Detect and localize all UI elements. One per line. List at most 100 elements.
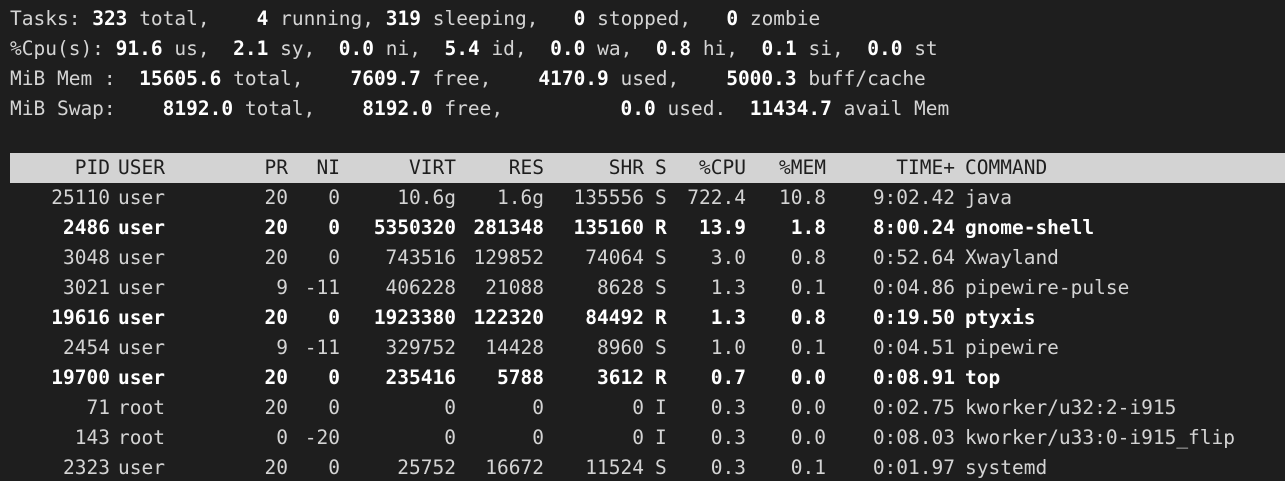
cell-time: 0:01.97 [872,456,955,479]
cell-cpu: 0.3 [710,426,746,449]
cell-time: 0:04.51 [872,336,955,359]
cell-pr: 20 [264,366,288,389]
cell-ni: -11 [304,276,340,299]
cell-shr: 135556 [573,186,644,209]
cell-pid: 19616 [51,306,110,329]
column-header-user[interactable]: USER [118,153,198,183]
cell-res: 122320 [473,306,544,329]
column-header-time[interactable]: TIME+ [830,153,955,183]
cell-mem: 0.1 [790,276,826,299]
cell-time: 0:04.86 [872,276,955,299]
table-row[interactable]: 2323 user 20 0 25752 16672 11524 S 0.3 0.1 0:01.97… [10,453,1285,481]
cpu-summary-line: %Cpu(s): 91.6 us, 2.1 sy, 0.0 ni, 5.4 id… [10,37,938,60]
cell-cmd: pipewire [965,336,1059,359]
cell-shr: 8960 [597,336,644,359]
table-row[interactable]: 2454 user 9 -11 329752 14428 8960 S 1.0 0.1 0:04.5… [10,333,1285,363]
table-row[interactable]: 19616 user 20 0 1923380 122320 84492 R 1.3 0.8 0:1… [10,303,1285,333]
column-header--mem[interactable]: %MEM [750,153,826,183]
table-row[interactable]: 3048 user 20 0 743516 129852 74064 S 3.0 0.8 0:52.… [10,243,1285,273]
cell-pr: 9 [276,276,288,299]
table-row[interactable]: 3021 user 9 -11 406228 21088 8628 S 1.3 0.1 0:04.8… [10,273,1285,303]
cell-ni: 0 [328,366,340,389]
cell-time: 8:00.24 [872,216,955,239]
cell-shr: 0 [632,426,644,449]
column-header-pr[interactable]: PR [210,153,288,183]
cell-virt: 25752 [397,456,456,479]
cell-ni: -11 [304,336,340,359]
tasks-sleeping-value: 319 [385,7,422,30]
cell-mem: 0.0 [790,396,826,419]
tasks-stopped-label: stopped, [597,7,692,30]
tasks-total-value: 323 [92,7,128,30]
cell-res: 16672 [485,456,544,479]
table-row[interactable]: 143 root 0 -20 0 0 0 I 0.3 0.0 0:08.03 kworker/u33:… [10,423,1285,453]
cell-time: 0:08.91 [872,366,955,389]
cell-virt: 235416 [385,366,456,389]
cell-virt: 10.6g [397,186,456,209]
mem-summary-line: MiB Mem : 15605.6 total, 7609.7 free, 41… [10,67,926,90]
cell-user: user [118,306,165,329]
cell-virt: 5350320 [373,216,456,239]
cell-mem: 10.8 [779,186,826,209]
cell-cmd: kworker/u33:0-i915_flip [965,426,1236,449]
cell-virt: 406228 [385,276,456,299]
cell-ni: 0 [328,246,340,269]
table-row[interactable]: 19700 user 20 0 235416 5788 3612 R 0.7 0.0 0:08.91… [10,363,1285,393]
tasks-summary-line: Tasks: 323 total, 4 running, 319 sleepin… [10,4,820,34]
terminal-window[interactable]: Tasks: 323 total, 4 running, 319 sleepin… [0,0,1285,481]
cell-ni: 0 [328,186,340,209]
cell-user: user [118,276,165,299]
column-header-ni[interactable]: NI [292,153,340,183]
table-row[interactable]: 25110 user 20 0 10.6g 1.6g 135556 S 722.4 10.8 9:0… [10,183,1285,213]
mem-label: MiB Mem : [10,67,116,90]
cell-pid: 2323 [63,456,110,479]
cell-cpu: 722.4 [687,186,746,209]
cell-pr: 0 [276,426,288,449]
table-row[interactable]: 71 root 20 0 0 0 0 I 0.3 0.0 0:02.75 kworker/u32:2-… [10,393,1285,423]
cell-cpu: 0.3 [710,456,746,479]
cell-cmd: kworker/u32:2-i915 [965,396,1177,419]
cpu-wa-value: 0.0 [550,37,586,60]
cell-cpu: 0.3 [710,396,746,419]
cell-shr: 0 [632,396,644,419]
cell-pr: 20 [264,456,288,479]
swap-free-value: 8192.0 [362,97,433,120]
column-header-res[interactable]: RES [456,153,544,183]
column-header--cpu[interactable]: %CPU [670,153,746,183]
cell-cmd: Xwayland [965,246,1059,269]
process-table-header[interactable]: PID USER PR NI VIRT RES SHR S %CPU %MEM TIME+ COMMA… [10,153,1285,183]
mem-used-value: 4170.9 [538,67,609,90]
cell-cmd: systemd [965,456,1048,479]
cell-user: user [118,456,165,479]
column-header-pid[interactable]: PID [10,153,110,183]
swap-summary-line: MiB Swap: 8192.0 total, 8192.0 free, 0.0… [10,97,950,120]
cell-cpu: 0.7 [710,366,746,389]
cell-user: user [118,366,165,389]
cell-cpu: 1.3 [710,276,746,299]
cell-virt: 743516 [385,246,456,269]
cpu-label: %Cpu(s): [10,37,104,60]
cell-pid: 2486 [63,216,110,239]
mem-buff-value: 5000.3 [726,67,797,90]
cell-pr: 20 [264,216,288,239]
cell-res: 5788 [497,366,544,389]
cell-shr: 3612 [597,366,644,389]
table-row[interactable]: 2486 user 20 0 5350320 281348 135160 R 13.9 1.8 8:… [10,213,1285,243]
cell-shr: 8628 [597,276,644,299]
cell-cpu: 3.0 [710,246,746,269]
mem-total-value: 15605.6 [139,67,222,90]
cell-user: root [118,426,165,449]
cpu-ni-value: 0.0 [338,37,375,60]
column-header-command[interactable]: COMMAND [965,153,1285,183]
cell-user: user [118,336,165,359]
cell-user: user [118,216,165,239]
swap-total-value: 8192.0 [162,97,234,120]
cell-ni: 0 [328,396,340,419]
mem-free-value: 7609.7 [350,67,421,90]
column-header-virt[interactable]: VIRT [344,153,456,183]
cell-mem: 0.0 [790,366,826,389]
cell-cpu: 1.0 [710,336,746,359]
cell-res: 281348 [473,216,544,239]
cell-pid: 3048 [63,246,110,269]
column-header-shr[interactable]: SHR [544,153,644,183]
